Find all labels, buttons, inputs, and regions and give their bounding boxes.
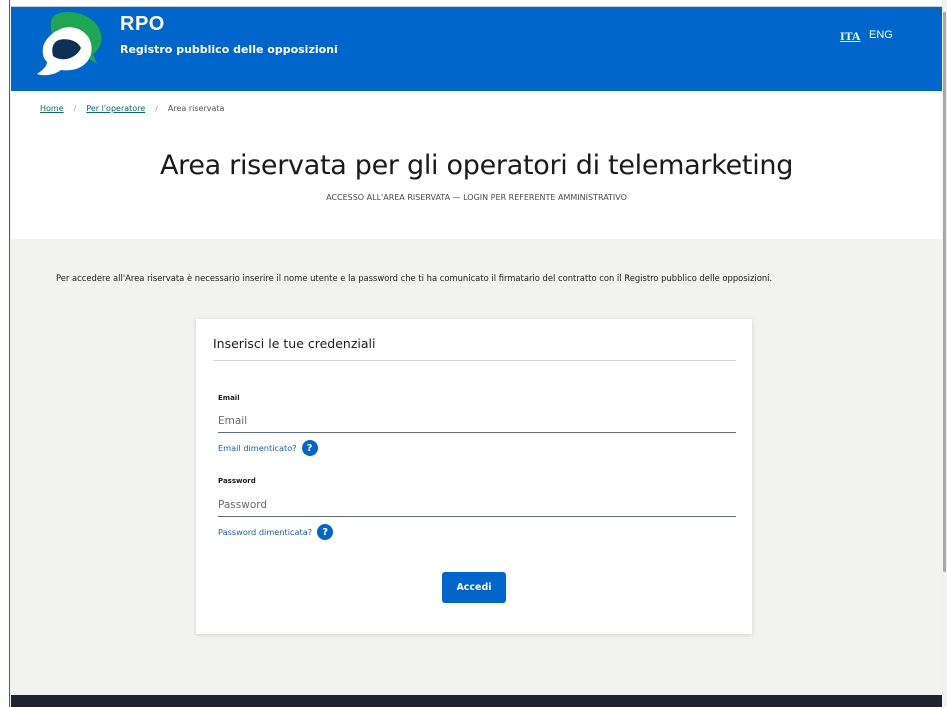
card-divider <box>213 360 736 361</box>
email-forgot-link[interactable]: Email dimenticato? ? <box>218 440 318 456</box>
password-forgot-label[interactable]: Password dimenticata? <box>218 527 312 537</box>
site-footer <box>11 695 942 707</box>
breadcrumb-home[interactable]: Home <box>40 104 64 113</box>
language-eng-link[interactable]: ENG <box>869 29 893 41</box>
top-edge <box>11 0 942 7</box>
login-submit-button[interactable]: Accedi <box>442 572 506 603</box>
brand-subtitle[interactable]: Registro pubblico delle opposizioni <box>120 43 338 56</box>
question-icon[interactable]: ? <box>301 440 318 456</box>
password-forgot-link[interactable]: Password dimenticata? ? <box>218 524 334 540</box>
page-subtitle: ACCESSO ALL'AREA RISERVATA — LOGIN PER R… <box>326 193 627 202</box>
password-label: Password <box>218 477 256 485</box>
language-ita-link[interactable]: ITA <box>840 29 860 44</box>
email-label: Email <box>218 394 240 402</box>
window-frame-left <box>0 0 10 707</box>
email-field[interactable] <box>218 412 736 433</box>
brand-title[interactable]: RPO <box>120 13 165 36</box>
login-card-title: Inserisci le tue credenziali <box>213 336 376 351</box>
breadcrumb-current: Area riservata <box>167 104 225 113</box>
breadcrumb-separator: / <box>73 104 77 113</box>
page-title: Area riservata per gli operatori di tele… <box>159 150 794 181</box>
question-icon[interactable]: ? <box>317 524 334 540</box>
breadcrumb-operator[interactable]: Per l'operatore <box>86 104 145 113</box>
scrollbar-thumb[interactable] <box>943 12 946 572</box>
login-card: Inserisci le tue credenziali Email Email… <box>196 319 752 634</box>
breadcrumb: Home / Per l'operatore / Area riservata <box>40 104 224 113</box>
breadcrumb-separator: / <box>155 104 158 113</box>
email-forgot-label[interactable]: Email dimenticato? <box>218 443 297 453</box>
password-field[interactable] <box>218 496 736 517</box>
speech-bubbles-logo-icon[interactable] <box>35 10 105 76</box>
intro-text: Per accedere all'Area riservata è necess… <box>56 273 773 283</box>
